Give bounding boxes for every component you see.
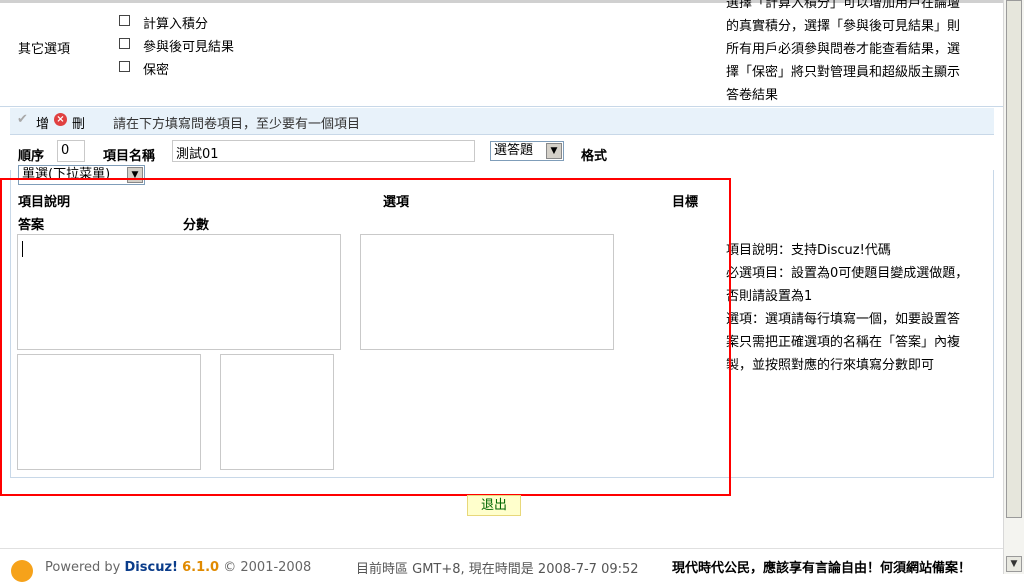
order-input[interactable]: 0 [57,140,85,162]
section-divider [0,106,1004,107]
footer-slogan[interactable]: 現代時代公民，應該享有言論自由！何須網站備案！ [672,557,971,576]
option-credits-label: 計算入積分 [143,17,209,32]
add-label[interactable]: 增 [36,113,49,132]
other-options-help: 選擇「計算入積分」可以增加用戶在論壇 的真實積分，選擇「參與後可見結果」則 所有… [726,0,988,107]
help-line: 選擇「計算入積分」可以增加用戶在論壇 [726,0,961,11]
item-help: 項目說明：支持Discuz!代碼 必選項目：設置為0可使題目變成選做題， 否則請… [726,239,990,377]
vertical-scrollbar[interactable]: ▼ [1003,0,1024,574]
discuz-logo-icon [11,560,33,582]
help-line: 製，並按照對應的行來填寫分數即可 [726,358,935,373]
checkbox-credits[interactable] [119,15,130,26]
item-name-input[interactable]: 測試01 [172,140,475,162]
help-line: 項目說明：支持Discuz!代碼 [726,243,891,258]
delete-label[interactable]: 刪 [72,113,85,132]
item-type-select[interactable]: 選答題 ▼ [490,141,564,161]
item-name-label: 項目名稱 [103,149,156,164]
help-line: 案只需把正確選項的名稱在「答案」內複 [726,335,961,350]
help-line: 擇「保密」將只對管理員和超級版主顯示 [726,65,961,80]
item-toolbar: ✔ 增 × 刪 請在下方填寫問卷項目，至少要有一個項目 [10,108,994,135]
help-line: 選項：選項請每行填寫一個，如要設置答 [726,312,961,327]
powered-by-text: Powered by [45,560,121,575]
footer-powered: Powered by Discuz! 6.1.0 © 2001-2008 [45,560,311,575]
brand-link[interactable]: Discuz! [125,560,178,575]
help-line: 否則請設置為1 [726,289,813,304]
delete-icon[interactable]: × [54,113,67,126]
copyright-text: © 2001-2008 [223,560,312,575]
scrollbar-thumb[interactable] [1006,0,1022,518]
version-text: 6.1.0 [182,560,220,575]
toolbar-hint: 請在下方填寫問卷項目，至少要有一個項目 [113,117,361,132]
help-line: 所有用戶必須參與問卷才能查看結果，選 [726,42,961,57]
other-options-label: 其它選項 [18,42,71,57]
footer-divider [0,548,1004,549]
add-icon[interactable]: ✔ [17,112,28,127]
item-type-value: 選答題 [494,143,534,158]
help-line: 的真實積分，選擇「參與後可見結果」則 [726,19,961,34]
order-label: 順序 [18,149,45,164]
chevron-down-icon: ▼ [546,143,562,159]
scroll-down-icon[interactable]: ▼ [1006,556,1022,572]
help-line: 必選項目：設置為0可使題目變成選做題， [726,266,969,281]
checkbox-view-after-participate[interactable] [119,38,130,49]
option-view-after-label: 參與後可見結果 [143,40,235,55]
highlight-box [0,178,731,496]
option-private-label: 保密 [143,63,170,78]
footer-time: 目前時區 GMT+8, 現在時間是 2008-7-7 09:52 [356,562,639,577]
exit-button[interactable]: 退出 [467,495,521,516]
help-line: 答卷結果 [726,88,779,103]
checkbox-private[interactable] [119,61,130,72]
format-label: 格式 [581,149,608,164]
